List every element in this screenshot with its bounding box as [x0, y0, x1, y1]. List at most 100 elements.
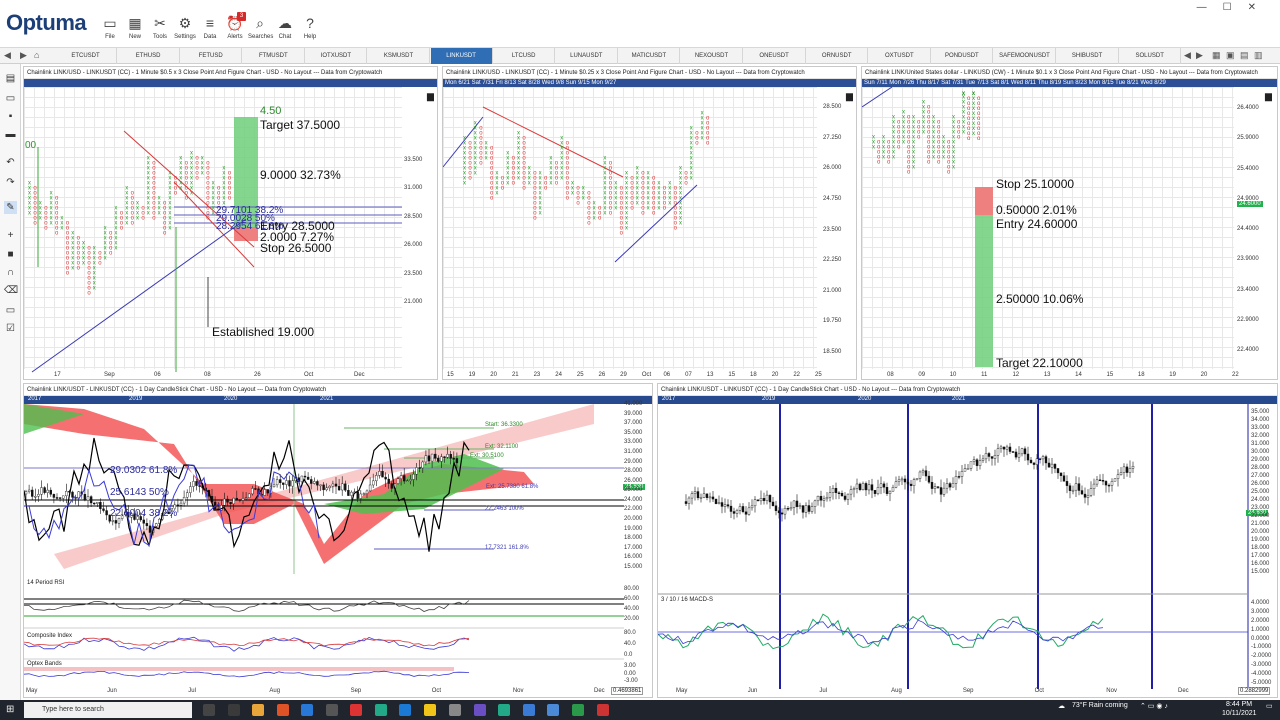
clock-time[interactable]: 8:44 PM [1226, 701, 1252, 708]
tab-ksmusdt[interactable]: KSMUSDT [368, 48, 430, 64]
tab-lunausdt[interactable]: LUNAUSDT [556, 48, 618, 64]
redo-icon[interactable]: ↷ [4, 176, 17, 189]
weather-icon[interactable]: ☁ [1058, 702, 1065, 710]
lock-icon[interactable]: ▆ [1265, 91, 1272, 102]
tab-ltcusd[interactable]: LTCUSD [493, 48, 556, 64]
app-icon[interactable] [326, 704, 338, 716]
tab-oneusdt[interactable]: ONEUSDT [744, 48, 806, 64]
file-button[interactable]: ▭ File [98, 14, 122, 46]
mail-icon[interactable] [301, 704, 313, 716]
tray-icons[interactable]: ⌃ ▭ ◉ ♪ [1140, 702, 1168, 710]
tab-linkusdt[interactable]: LINKUSDT [430, 48, 493, 64]
app-icon-8[interactable] [597, 704, 609, 716]
candle-body [319, 484, 322, 487]
searches-button[interactable]: ⌕ Searches [248, 14, 273, 46]
candle-body [909, 483, 913, 486]
settings-button[interactable]: ⚙ Settings [173, 14, 197, 46]
chart-panel-3[interactable]: Chainlink LINK/United States dollar - LI… [861, 66, 1278, 380]
chart-panel-4[interactable]: Chainlink LINK/USDT - LINKUSDT (CC) - 1 … [23, 383, 653, 698]
brave-icon[interactable] [277, 704, 289, 716]
app-icon-6[interactable] [523, 704, 535, 716]
candle-body [247, 493, 251, 498]
pnf-x-mark: x [93, 246, 96, 252]
tab-ethusd[interactable]: ETHUSD [118, 48, 180, 64]
tab-ornusdt[interactable]: ORNUSDT [806, 48, 869, 64]
tab-prev-icon[interactable]: ◀ [1184, 50, 1191, 61]
media-icon[interactable] [350, 704, 362, 716]
layout-split-icon[interactable]: ▤ [1240, 50, 1249, 61]
forward-icon[interactable]: ▶ [20, 50, 27, 61]
tab-nexousdt[interactable]: NEXOUSDT [681, 48, 743, 64]
checklist-icon[interactable]: ☑ [4, 322, 17, 335]
app-icon-3[interactable] [449, 704, 461, 716]
app-icon-2[interactable] [375, 704, 387, 716]
tab-shibusdt[interactable]: SHIBUSDT [1057, 48, 1119, 64]
page-icon[interactable]: ▤ [4, 72, 17, 85]
tab-solusdt[interactable]: SOLUSDT [1119, 48, 1182, 64]
tab-next-icon[interactable]: ▶ [1196, 50, 1203, 61]
tab-ftmusdt[interactable]: FTMUSDT [243, 48, 305, 64]
optuma-taskbar-icon[interactable] [547, 704, 559, 716]
tab-fetusd[interactable]: FETUSD [180, 48, 243, 64]
taskbar-search[interactable]: Type here to search [24, 702, 192, 718]
candle-body [810, 506, 814, 512]
tab-pondusdt[interactable]: PONDUSDT [931, 48, 994, 64]
chart-panel-2[interactable]: Chainlink LINK/USD - LINKUSDT (CC) - 1 M… [442, 66, 857, 380]
help-button[interactable]: ? Help [298, 14, 322, 46]
new-button[interactable]: ▦ New [123, 14, 147, 46]
open-icon[interactable]: ▭ [4, 92, 17, 105]
file-explorer-icon[interactable] [252, 704, 264, 716]
tools-button[interactable]: ✂ Tools [148, 14, 172, 46]
layout-icon[interactable]: ▦ [1212, 50, 1221, 61]
ruler-icon[interactable]: ▭ [4, 304, 17, 317]
chrome-icon[interactable] [424, 704, 436, 716]
pen-icon[interactable]: ✎ [4, 201, 17, 214]
eraser-icon[interactable]: ⌫ [4, 284, 18, 297]
alerts-button[interactable]: ⏰ Alerts 3 [223, 12, 247, 46]
pnf-o-mark: o [33, 221, 37, 227]
chart-panel-1[interactable]: Chainlink LINK/USD - LINKUSDT (CC) - 1 M… [23, 66, 438, 380]
candle-body [903, 478, 907, 483]
lock-icon[interactable]: ■ [4, 248, 17, 261]
layout-max-icon[interactable]: ▥ [1254, 50, 1263, 61]
clock-date[interactable]: 10/11/2021 [1222, 710, 1257, 717]
back-icon[interactable]: ◀ [4, 50, 11, 61]
tab-safemoonusdt[interactable]: SAFEMOONUSDT [994, 48, 1056, 64]
save-icon[interactable]: ▪ [4, 110, 17, 123]
magnet-icon[interactable]: ∩ [4, 266, 17, 279]
app-icon-5[interactable] [498, 704, 510, 716]
app-icon-4[interactable] [474, 704, 486, 716]
widgets-icon[interactable] [228, 704, 240, 716]
candle-body [861, 483, 865, 491]
axis-tick-label: 26.4000 [1237, 105, 1259, 111]
candle-body [942, 487, 946, 495]
print-icon[interactable]: ▬ [4, 128, 17, 141]
windows-start-icon[interactable]: ⊞ [6, 704, 14, 715]
axis-tick-label: 22.000 [624, 506, 643, 513]
window-controls[interactable]: —☐✕ [1197, 2, 1272, 13]
tab-iotxusdt[interactable]: IOTXUSDT [305, 48, 368, 64]
axis-tick-label: 20 [1200, 372, 1208, 378]
candle-body [786, 508, 790, 510]
tab-etcusdt[interactable]: ETCUSDT [55, 48, 117, 64]
home-icon[interactable]: ⌂ [34, 50, 39, 60]
chart-panel-5[interactable]: Chainlink LINK/USDT - LINKUSDT (CC) - 1 … [657, 383, 1278, 698]
chat-button[interactable]: ☁ Chat [273, 14, 297, 46]
tab-maticusdt[interactable]: MATICUSDT [618, 48, 681, 64]
layout-grid-icon[interactable]: ▣ [1226, 50, 1235, 61]
edge-icon[interactable] [399, 704, 411, 716]
lock-icon[interactable]: ▆ [846, 91, 853, 102]
weather-text[interactable]: 73°F Rain coming [1072, 702, 1128, 709]
data-button[interactable]: ≡ Data [198, 14, 222, 46]
candle-body [795, 500, 799, 507]
lock-icon[interactable]: ▆ [427, 91, 434, 102]
candle-body [993, 455, 997, 459]
tab-oxtusdt[interactable]: OXTUSDT [869, 48, 931, 64]
notification-icon[interactable]: ▭ [1266, 702, 1273, 710]
candle-body [783, 508, 787, 515]
app-icon-7[interactable] [572, 704, 584, 716]
task-view-icon[interactable] [203, 704, 215, 716]
undo-icon[interactable]: ↶ [4, 156, 17, 169]
crosshair-icon[interactable]: + [4, 229, 17, 242]
candle-body [282, 482, 285, 485]
